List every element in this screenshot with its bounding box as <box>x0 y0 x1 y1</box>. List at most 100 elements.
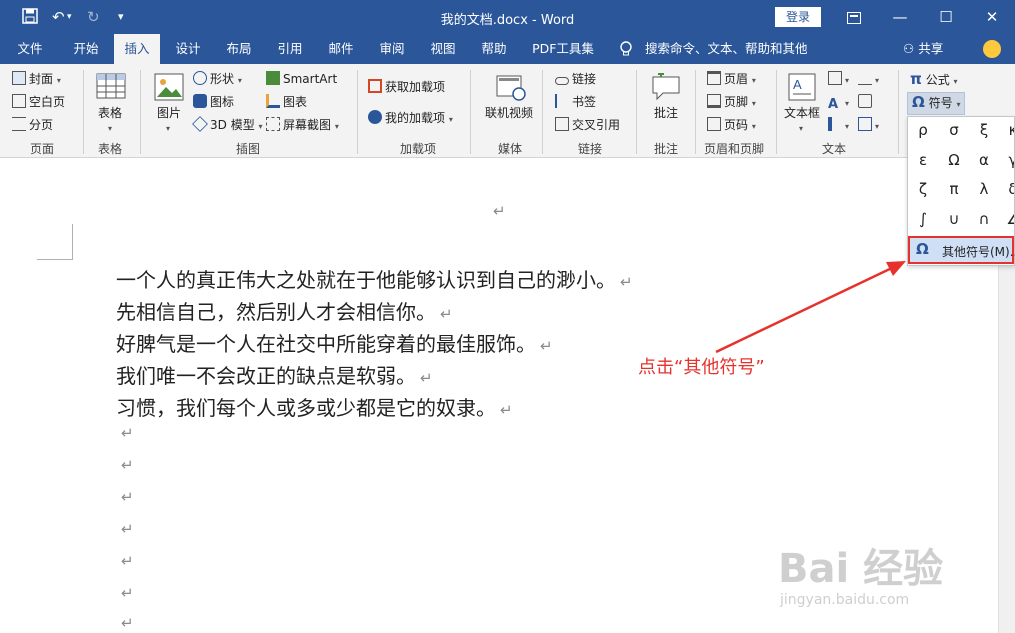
group-links: 链接 <box>577 142 602 156</box>
document-paragraph[interactable]: 习惯，我们每个人或多或少都是它的奴隶。 ↵ <box>116 392 513 421</box>
tab-references[interactable]: 引用 <box>266 34 314 64</box>
tab-view[interactable]: 视图 <box>419 34 467 64</box>
tab-pdf-tools[interactable]: PDF工具集 <box>526 34 600 64</box>
symbol-item[interactable]: ∩ <box>971 206 997 232</box>
symbol-button[interactable]: Ω 符号 ▾ <box>907 92 966 115</box>
symbol-item[interactable]: ∫ <box>910 206 936 232</box>
symbol-item[interactable]: ρ <box>910 117 936 143</box>
lightbulb-icon <box>619 41 633 57</box>
wordart-icon[interactable]: A ▾ <box>828 93 849 113</box>
page-break-icon <box>12 117 26 131</box>
symbol-item[interactable]: ε <box>910 147 936 173</box>
group-pages: 页面 <box>29 142 54 156</box>
tab-insert[interactable]: 插入 <box>114 34 160 64</box>
cover-page-label: 封面 <box>29 72 54 86</box>
symbol-item[interactable]: α <box>971 147 997 173</box>
page-number-button[interactable]: 页码 ▾ <box>707 116 756 136</box>
document-paragraph[interactable]: 我们唯一不会改正的缺点是软弱。 ↵ <box>116 360 433 389</box>
table-dropdown-icon[interactable]: ▾ <box>108 118 112 138</box>
page-break-button[interactable]: 分页 <box>12 116 53 134</box>
cross-reference-icon <box>555 117 569 131</box>
blank-page-button[interactable]: 空白页 <box>12 93 65 111</box>
screenshot-icon <box>266 117 280 131</box>
group-addins: 加载项 <box>399 142 436 156</box>
page-number-label: 页码 <box>724 118 749 132</box>
screenshot-button[interactable]: 屏幕截图 ▾ <box>266 116 339 136</box>
share-label: 共享 <box>918 41 944 56</box>
share-button[interactable]: ⚇ 共享 <box>903 34 943 64</box>
paragraph-mark: ↵ <box>540 337 553 355</box>
symbol-item[interactable]: λ <box>971 176 997 202</box>
symbol-item[interactable]: ∠ <box>1000 206 1014 232</box>
cross-reference-button[interactable]: 交叉引用 <box>555 116 620 134</box>
addins-icon <box>368 110 382 124</box>
tab-file[interactable]: 文件 <box>8 34 52 64</box>
footer-icon <box>707 94 721 108</box>
store-icon <box>368 79 382 93</box>
minimize-icon[interactable]: — <box>877 0 923 34</box>
symbol-item[interactable]: ξ <box>971 117 997 143</box>
bookmark-label: 书签 <box>572 95 597 109</box>
group-illustrations: 插图 <box>235 142 260 156</box>
get-addins-label: 获取加载项 <box>385 80 446 94</box>
cube-icon <box>192 116 208 132</box>
comment-button[interactable]: 批注 <box>654 104 678 122</box>
equation-button[interactable]: π 公式 ▾ <box>910 70 958 91</box>
symbol-item[interactable]: ∪ <box>941 206 967 232</box>
login-button[interactable]: 登录 <box>775 7 821 27</box>
get-addins-button[interactable]: 获取加载项 <box>368 78 445 96</box>
shapes-button[interactable]: 形状 ▾ <box>193 70 242 90</box>
online-video-button[interactable]: 联机视频 <box>485 104 533 122</box>
my-addins-button[interactable]: 我的加载项 ▾ <box>368 109 453 129</box>
close-icon[interactable]: ✕ <box>969 0 1015 34</box>
empty-paragraph-mark: ↵ <box>121 584 134 602</box>
tab-mailings[interactable]: 邮件 <box>317 34 365 64</box>
3d-model-label: 3D 模型 <box>210 118 255 132</box>
signature-line-icon[interactable]: ▾ <box>858 70 879 90</box>
watermark-url: jingyan.baidu.com <box>780 592 910 608</box>
3d-model-button[interactable]: 3D 模型 ▾ <box>192 116 263 136</box>
divider <box>636 70 637 154</box>
group-media: 媒体 <box>497 142 522 156</box>
ribbon-display-icon[interactable] <box>831 0 877 34</box>
document-paragraph[interactable]: 好脾气是一个人在社交中所能穿着的最佳服饰。 ↵ <box>116 328 553 357</box>
footer-button[interactable]: 页脚 ▾ <box>707 93 756 113</box>
date-time-icon[interactable] <box>858 93 875 111</box>
baidu-watermark: Bai 经验 jingyan.baidu.com <box>778 536 968 616</box>
symbol-item[interactable]: σ <box>941 117 967 143</box>
smartart-button[interactable]: SmartArt <box>266 70 337 88</box>
document-paragraph[interactable]: 一个人的真正伟大之处就在于他能够认识到自己的渺小。 ↵ <box>116 264 633 293</box>
icons-button[interactable]: 图标 <box>193 93 234 111</box>
more-symbols-button[interactable]: Ω 其他符号(M)... <box>908 236 1015 264</box>
page-number-icon <box>707 117 721 131</box>
symbol-item[interactable]: δ <box>1000 176 1014 202</box>
group-table: 表格 <box>97 142 122 156</box>
symbol-item[interactable]: γ <box>1000 147 1014 173</box>
symbol-item[interactable]: Ω <box>941 147 967 173</box>
object-icon[interactable]: ▾ <box>858 116 879 136</box>
tab-review[interactable]: 审阅 <box>368 34 416 64</box>
tell-me-search[interactable]: 搜索命令、文本、帮助和其他 <box>645 34 808 64</box>
drop-cap-icon[interactable]: ▾ <box>828 116 849 136</box>
tab-design[interactable]: 设计 <box>164 34 212 64</box>
shapes-label: 形状 <box>210 72 235 86</box>
link-button[interactable]: 链接 <box>555 70 596 88</box>
symbol-item[interactable]: ζ <box>910 176 936 202</box>
symbol-item[interactable]: κ <box>1000 117 1014 143</box>
header-button[interactable]: 页眉 ▾ <box>707 70 756 90</box>
quick-parts-icon[interactable]: ▾ <box>828 70 849 90</box>
tab-layout[interactable]: 布局 <box>215 34 263 64</box>
title-bar: ↶ ▾ ↻ ▾ 我的文档.docx - Word 登录 — ☐ ✕ <box>0 0 1015 34</box>
chart-button[interactable]: 图表 <box>266 93 307 111</box>
document-paragraph[interactable]: 先相信自己，然后别人才会相信你。 ↵ <box>116 296 453 325</box>
bookmark-button[interactable]: 书签 <box>555 93 596 111</box>
picture-dropdown-icon[interactable]: ▾ <box>166 118 170 138</box>
maximize-icon[interactable]: ☐ <box>923 0 969 34</box>
textbox-dropdown-icon[interactable]: ▾ <box>799 118 803 138</box>
tab-help[interactable]: 帮助 <box>470 34 518 64</box>
feedback-smiley-icon[interactable] <box>983 40 1001 58</box>
cover-page-button[interactable]: 封面 ▾ <box>12 70 61 90</box>
picture-icon <box>154 73 184 103</box>
symbol-item[interactable]: π <box>941 176 967 202</box>
tab-home[interactable]: 开始 <box>60 34 112 64</box>
